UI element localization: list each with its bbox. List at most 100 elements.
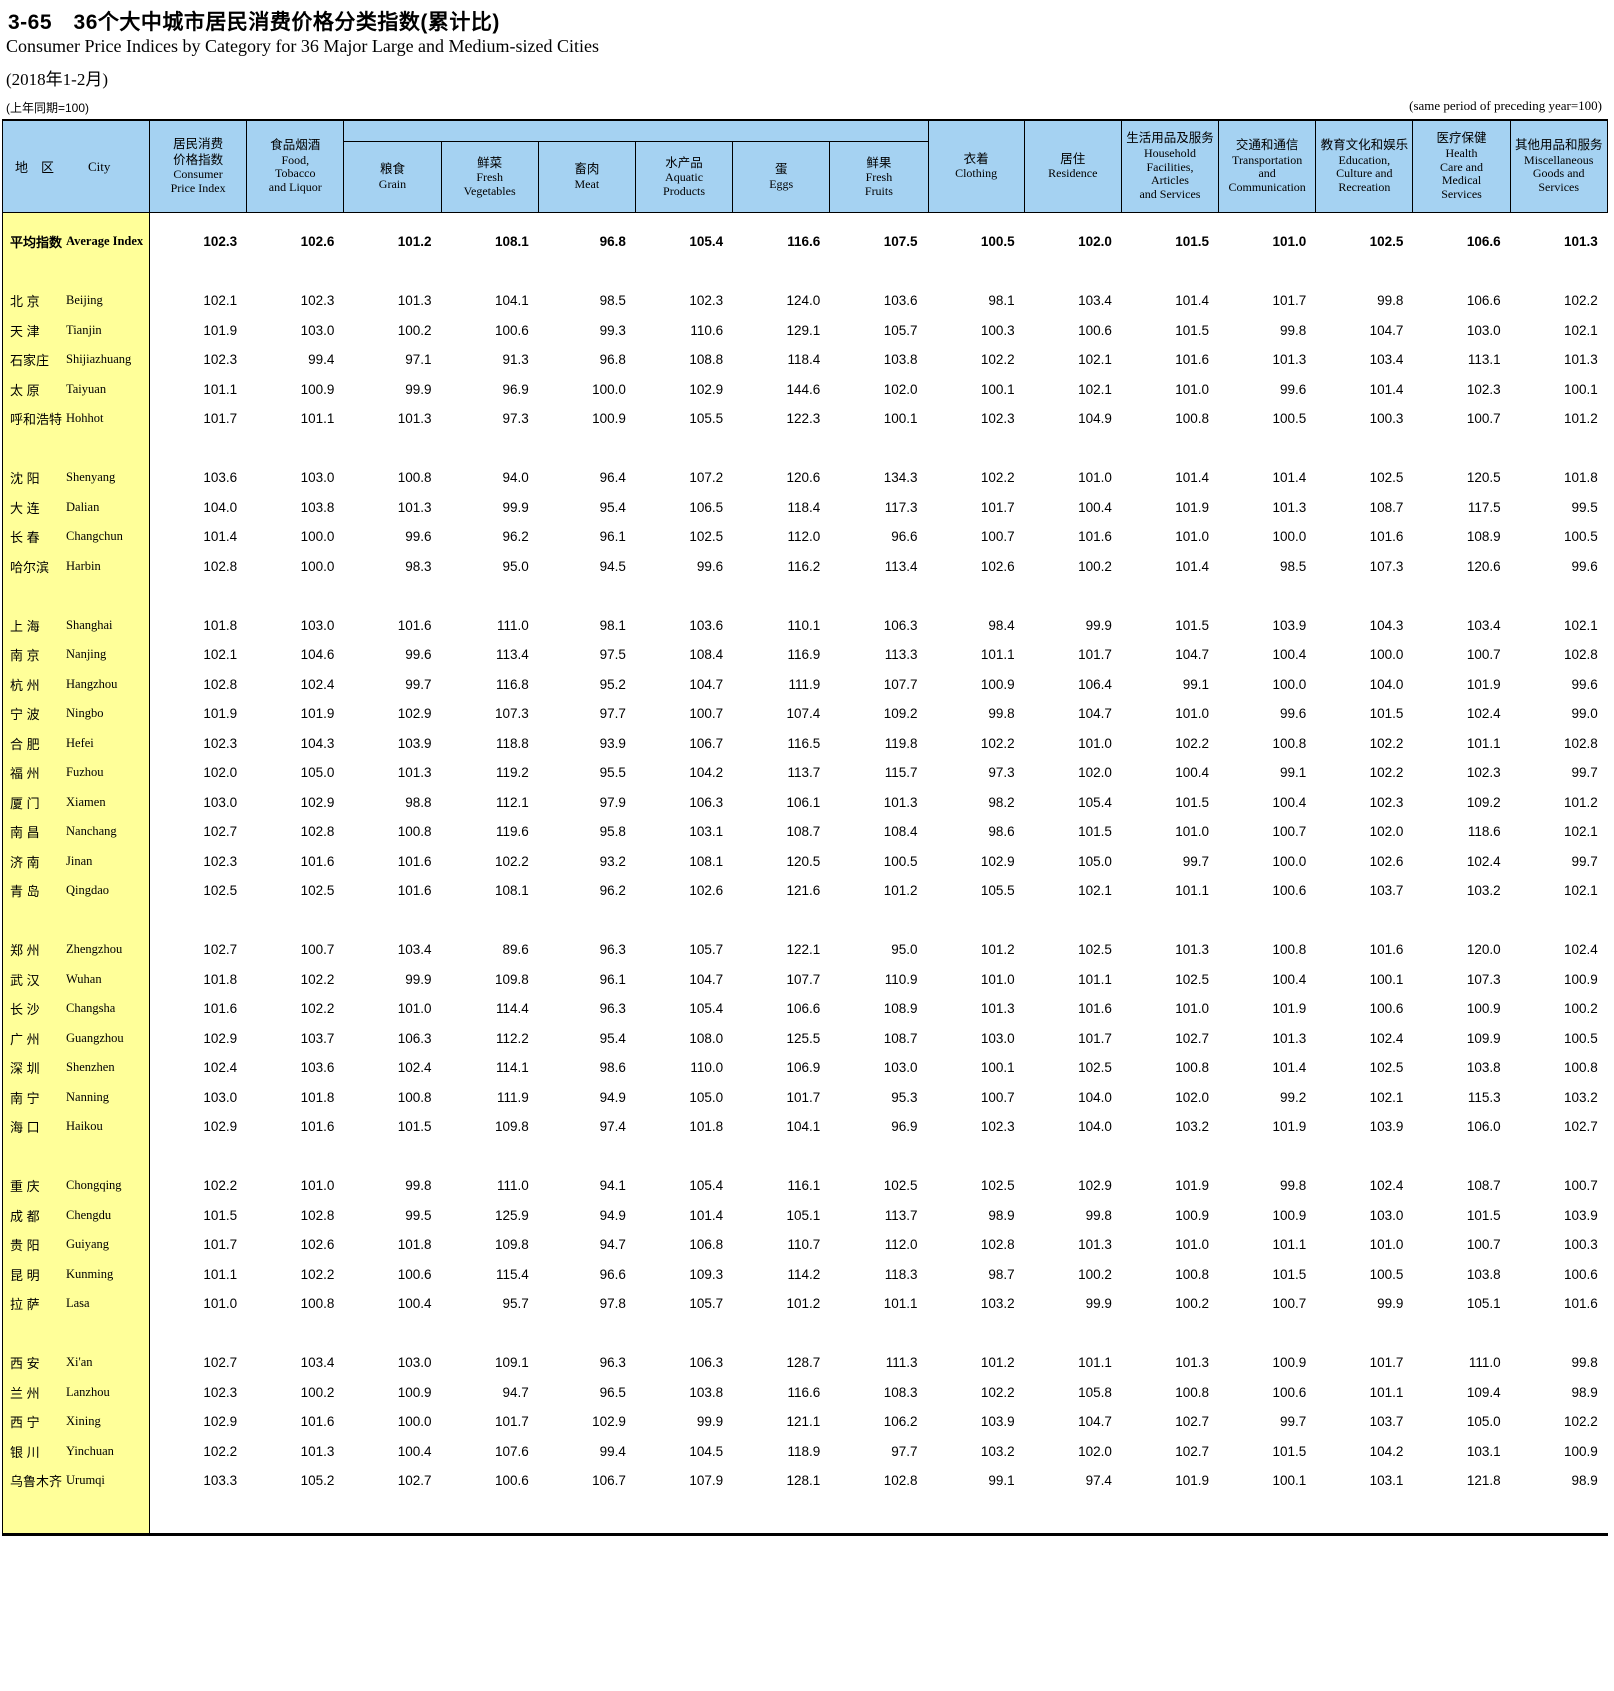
header-cell-household-facilities: 生活用品及服务Household Facilities, Articles an… xyxy=(1122,121,1219,212)
city-name-zh: 南 昌 xyxy=(10,822,66,841)
value-cell: 101.0 xyxy=(1122,824,1219,839)
value-cell: 104.3 xyxy=(1316,618,1413,633)
value-cell: 100.6 xyxy=(1511,1267,1608,1282)
value-cell: 102.1 xyxy=(150,647,247,662)
value-cell: 96.3 xyxy=(539,942,636,957)
value-cell: 95.0 xyxy=(442,559,539,574)
value-cell: 97.1 xyxy=(344,352,441,367)
value-cell: 102.3 xyxy=(636,293,733,308)
value-cell: 100.2 xyxy=(247,1385,344,1400)
header-cell-transportation-communication: 交通和通信Transportation and Communication xyxy=(1219,121,1316,212)
page-title: 3-65 36个大中城市居民消费价格分类指数(累计比) xyxy=(8,6,500,36)
value-cell: 100.5 xyxy=(1316,1267,1413,1282)
value-cell: 100.3 xyxy=(928,323,1025,338)
value-cell: 101.3 xyxy=(1219,1031,1316,1046)
value-cell: 101.2 xyxy=(928,942,1025,957)
value-cell: 101.3 xyxy=(1219,352,1316,367)
value-cell: 99.8 xyxy=(344,1178,441,1193)
value-cell: 112.0 xyxy=(733,529,830,544)
value-cell: 102.6 xyxy=(636,883,733,898)
value-cell: 111.0 xyxy=(442,618,539,633)
header-label-zh: 食品烟酒 xyxy=(270,138,320,154)
value-cell: 109.8 xyxy=(442,972,539,987)
value-cell: 102.0 xyxy=(150,765,247,780)
value-cell: 101.6 xyxy=(247,1414,344,1429)
value-cell: 101.1 xyxy=(150,1267,247,1282)
header-label-en: Miscellaneous Goods and Services xyxy=(1524,154,1593,195)
value-cell: 101.6 xyxy=(1316,529,1413,544)
value-cell: 102.2 xyxy=(247,972,344,987)
header-label-en: Clothing xyxy=(955,167,997,181)
value-cell: 102.2 xyxy=(1511,293,1608,308)
value-cell: 100.9 xyxy=(928,677,1025,692)
value-cell: 99.7 xyxy=(1219,1414,1316,1429)
value-cell: 101.5 xyxy=(1219,1444,1316,1459)
city-name-en: Jinan xyxy=(66,854,92,869)
spacer-row xyxy=(2,1319,1608,1349)
value-cell: 102.9 xyxy=(247,795,344,810)
value-cell: 100.5 xyxy=(1511,1031,1608,1046)
value-cell: 113.7 xyxy=(830,1208,927,1223)
value-cell: 101.5 xyxy=(1122,234,1219,249)
value-cell: 97.8 xyxy=(539,1296,636,1311)
header-cell-food-tobacco-liquor: 食品烟酒Food, Tobacco and Liquor xyxy=(247,121,344,212)
value-cell: 102.5 xyxy=(636,529,733,544)
value-cell: 103.2 xyxy=(1413,883,1510,898)
value-cell: 101.1 xyxy=(1219,1237,1316,1252)
value-cell: 105.8 xyxy=(1025,1385,1122,1400)
value-cell: 100.7 xyxy=(1219,824,1316,839)
header-cell-miscellaneous-goods-services: 其他用品和服务Miscellaneous Goods and Services xyxy=(1511,121,1608,212)
value-cell: 109.4 xyxy=(1413,1385,1510,1400)
city-name-zh: 海 口 xyxy=(10,1117,66,1136)
value-cell: 106.6 xyxy=(1413,234,1510,249)
header-label-zh: 水产品 xyxy=(665,156,703,172)
value-cell: 103.9 xyxy=(1511,1208,1608,1223)
value-cell: 100.1 xyxy=(928,1060,1025,1075)
value-cell: 99.1 xyxy=(928,1473,1025,1488)
value-cell: 106.3 xyxy=(636,1355,733,1370)
value-cell: 100.1 xyxy=(1316,972,1413,987)
table-row: 西 安Xi'an102.7103.4103.0109.196.3106.3128… xyxy=(2,1348,1608,1378)
city-name-en: Chengdu xyxy=(66,1208,111,1223)
row-city: 福 州Fuzhou xyxy=(2,763,150,782)
value-cell: 101.6 xyxy=(150,1001,247,1016)
value-cell: 110.1 xyxy=(733,618,830,633)
value-cell: 99.1 xyxy=(1122,677,1219,692)
value-cell: 101.5 xyxy=(1413,1208,1510,1223)
value-cell: 100.8 xyxy=(1122,411,1219,426)
value-cell: 101.3 xyxy=(1122,942,1219,957)
value-cell: 114.2 xyxy=(733,1267,830,1282)
value-cell: 103.9 xyxy=(1316,1119,1413,1134)
value-cell: 107.7 xyxy=(830,677,927,692)
cpi-table: 地 区 City 居民消费 价格指数Consumer Price Index食品… xyxy=(2,119,1608,1536)
value-cell: 100.9 xyxy=(1122,1208,1219,1223)
value-cell: 103.4 xyxy=(1316,352,1413,367)
value-cell: 101.7 xyxy=(1219,293,1316,308)
value-cell: 101.8 xyxy=(636,1119,733,1134)
value-cell: 108.8 xyxy=(636,352,733,367)
value-cell: 101.5 xyxy=(1122,795,1219,810)
city-name-zh: 成 都 xyxy=(10,1206,66,1225)
city-name-en: Xiamen xyxy=(66,795,106,810)
city-name-en: Xining xyxy=(66,1414,101,1429)
city-name-zh: 深 圳 xyxy=(10,1058,66,1077)
value-cell: 102.3 xyxy=(928,1119,1025,1134)
value-cell: 104.7 xyxy=(1025,1414,1122,1429)
value-cell: 91.3 xyxy=(442,352,539,367)
table-row: 南 昌Nanchang102.7102.8100.8119.695.8103.1… xyxy=(2,817,1608,847)
value-cell: 101.6 xyxy=(1025,529,1122,544)
base-note-left: (上年同期=100) xyxy=(6,99,89,116)
value-cell: 94.5 xyxy=(539,559,636,574)
value-cell: 104.0 xyxy=(150,500,247,515)
value-cell: 100.6 xyxy=(1316,1001,1413,1016)
value-cell: 95.2 xyxy=(539,677,636,692)
value-cell: 100.3 xyxy=(1511,1237,1608,1252)
value-cell: 104.2 xyxy=(636,765,733,780)
value-cell: 101.0 xyxy=(1122,1001,1219,1016)
value-cell: 111.0 xyxy=(442,1178,539,1193)
value-cell: 104.7 xyxy=(1122,647,1219,662)
value-cell: 106.5 xyxy=(636,500,733,515)
value-cell: 97.7 xyxy=(830,1444,927,1459)
value-cell: 99.9 xyxy=(1316,1296,1413,1311)
city-name-zh: 南 宁 xyxy=(10,1088,66,1107)
